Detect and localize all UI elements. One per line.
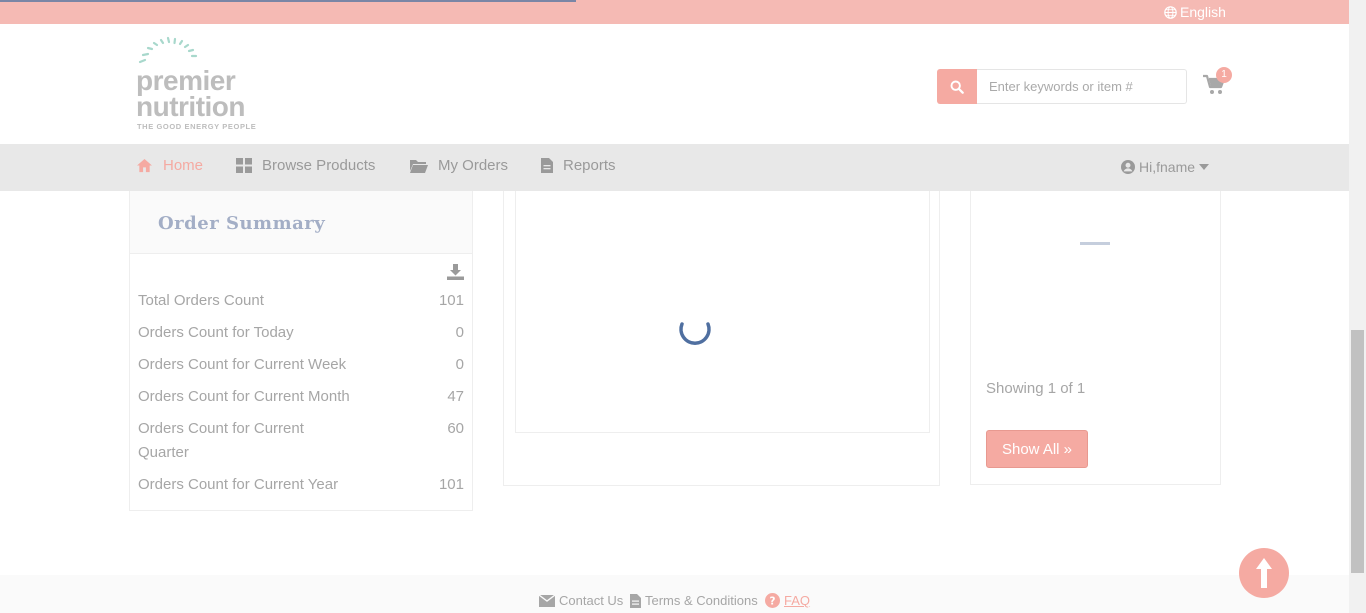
document-icon (630, 593, 641, 608)
scrollbar-thumb[interactable] (1351, 330, 1364, 573)
site-header: premier nutrition THE GOOD ENERGY PEOPLE… (0, 24, 1349, 144)
folder-icon (410, 159, 428, 173)
caret-down-icon (1199, 164, 1210, 170)
summary-label: Orders Count for Current Quarter (138, 420, 304, 461)
svg-text:?: ? (770, 595, 776, 607)
summary-value: 0 (455, 356, 464, 373)
order-summary-title: Order Summary (158, 213, 326, 234)
nav-label-my-orders: My Orders (438, 157, 509, 174)
nav-item-home[interactable]: Home (136, 157, 203, 174)
summary-label: Orders Count for Current Month (138, 388, 350, 405)
nav-item-my-orders[interactable]: My Orders (410, 157, 508, 174)
search-icon (950, 80, 964, 94)
summary-row-month: Orders Count for Current Month 47 (138, 385, 464, 409)
summary-label: Orders Count for Current Week (138, 356, 347, 373)
envelope-icon (539, 594, 555, 607)
chart-panel (503, 191, 940, 486)
site-footer: Contact Us Terms & Conditions ? FAQ (0, 575, 1349, 613)
summary-label: Orders Count for Current Year (138, 476, 339, 493)
question-circle-icon: ? (765, 593, 780, 608)
summary-value: 101 (438, 292, 464, 309)
logo-tagline: THE GOOD ENERGY PEOPLE (137, 122, 257, 131)
footer-contact-label: Contact Us (559, 593, 624, 608)
summary-label: Orders Count for Today (138, 324, 294, 341)
search-bar (937, 69, 1187, 104)
summary-row-quarter: Orders Count for Current Quarter 60 (138, 417, 464, 465)
summary-row-today: Orders Count for Today 0 (138, 321, 464, 345)
summary-label: Total Orders Count (138, 292, 264, 309)
show-all-button[interactable]: Show All » (986, 430, 1088, 468)
nav-item-reports[interactable]: Reports (541, 157, 616, 174)
nav-item-browse-products[interactable]: Browse Products (236, 157, 375, 174)
summary-value: 60 (447, 420, 464, 437)
cart-count-badge: 1 (1216, 67, 1232, 83)
chart-container (515, 191, 930, 433)
user-avatar-icon (1121, 160, 1135, 174)
file-icon (541, 158, 553, 173)
order-summary-header: Order Summary (130, 191, 472, 254)
summary-value: 101 (438, 476, 464, 493)
home-icon (137, 158, 152, 173)
showing-count: Showing 1 of 1 (986, 380, 1086, 397)
carousel-indicator[interactable] (1080, 242, 1110, 245)
summary-row-total: Total Orders Count 101 (138, 289, 464, 313)
search-button[interactable] (937, 69, 977, 104)
premier-nutrition-logo[interactable]: premier nutrition THE GOOD ENERGY PEOPLE (136, 36, 276, 136)
footer-contact-link[interactable]: Contact Us (539, 593, 623, 608)
top-bar: English (0, 0, 1349, 24)
logo-sunrise-icon (138, 36, 198, 64)
summary-value: 47 (447, 388, 464, 405)
grid-icon (236, 158, 252, 173)
user-menu[interactable]: Hi,fname (1121, 159, 1210, 175)
loading-spinner-icon (679, 322, 711, 345)
arrow-up-icon (1256, 558, 1272, 588)
summary-row-week: Orders Count for Current Week 0 (138, 353, 464, 377)
main-nav: Home Browse Products My Orders Reports H… (0, 144, 1349, 191)
download-icon[interactable] (447, 264, 464, 280)
user-greeting: Hi,fname (1139, 159, 1196, 175)
page-loading-bar (0, 0, 576, 2)
nav-label-home: Home (163, 157, 204, 174)
summary-value: 0 (455, 324, 464, 341)
scroll-to-top-button[interactable] (1239, 548, 1289, 598)
order-summary-panel: Order Summary Total Orders Count 101 Ord… (129, 191, 473, 511)
footer-terms-link[interactable]: Terms & Conditions (630, 593, 758, 608)
search-input[interactable] (977, 69, 1187, 104)
nav-label-browse-products: Browse Products (262, 157, 376, 174)
language-label: English (1180, 4, 1226, 20)
footer-faq-label: FAQ (784, 593, 811, 608)
globe-icon (1164, 5, 1177, 19)
language-selector[interactable]: English (1164, 4, 1226, 20)
summary-row-year: Orders Count for Current Year 101 (138, 473, 464, 497)
footer-terms-label: Terms & Conditions (645, 593, 758, 608)
footer-faq-link[interactable]: ? FAQ (765, 593, 810, 608)
logo-word-nutrition: nutrition (136, 91, 246, 122)
nav-label-reports: Reports (563, 157, 616, 174)
